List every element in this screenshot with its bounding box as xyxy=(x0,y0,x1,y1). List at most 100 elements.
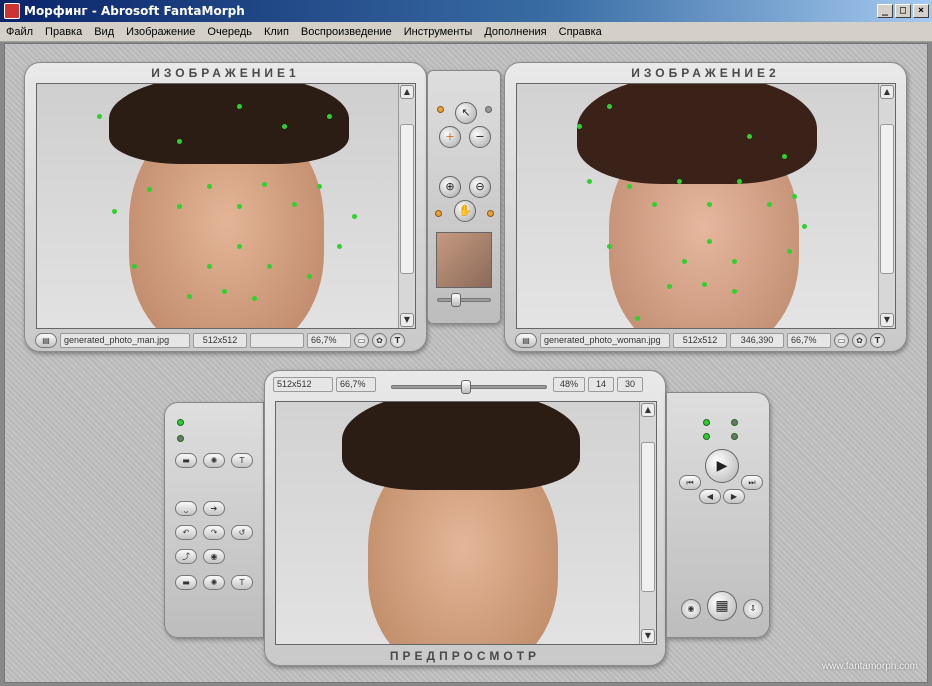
control-point xyxy=(237,244,242,249)
image2-text-button[interactable]: T xyxy=(870,333,885,348)
preview-viewport[interactable]: ▲ ▼ xyxy=(275,401,657,645)
image1-scrollbar[interactable]: ▲ ▼ xyxy=(398,84,415,328)
prev-frame-button[interactable]: ◀ xyxy=(699,489,721,504)
effect-button[interactable]: ⤴ xyxy=(175,549,197,564)
control-point xyxy=(237,204,242,209)
control-point xyxy=(207,264,212,269)
menu-file[interactable]: Файл xyxy=(0,26,39,38)
image1-settings-button[interactable]: ✿ xyxy=(372,333,387,348)
tool-column: ↖ + − ⊕ ⊖ ✋ xyxy=(427,70,501,324)
control-point xyxy=(587,179,592,184)
effect-text-button[interactable]: T xyxy=(231,575,253,590)
preview-scrollbar[interactable]: ▲ ▼ xyxy=(639,402,656,644)
scroll-thumb[interactable] xyxy=(400,124,414,274)
image2-scrollbar[interactable]: ▲ ▼ xyxy=(878,84,895,328)
effect-button[interactable]: ➔ xyxy=(203,501,225,516)
minimize-button[interactable]: _ xyxy=(877,4,893,18)
zoom-out-button[interactable]: ⊖ xyxy=(469,176,491,198)
menu-image[interactable]: Изображение xyxy=(120,26,201,38)
scroll-down-button[interactable]: ▼ xyxy=(400,313,414,327)
navigator-zoom-track[interactable] xyxy=(437,298,491,302)
close-button[interactable]: × xyxy=(913,4,929,18)
total-frames[interactable]: 30 xyxy=(617,377,643,392)
menu-edit[interactable]: Правка xyxy=(39,26,88,38)
menu-clip[interactable]: Клип xyxy=(258,26,295,38)
camera-icon[interactable]: ◉ xyxy=(681,599,701,619)
indicator-dot xyxy=(437,106,444,113)
open-image2-button[interactable]: ▤ xyxy=(515,333,537,348)
effect-button[interactable]: ▬ xyxy=(175,453,197,468)
image1-viewport[interactable]: ▲ ▼ xyxy=(36,83,416,329)
navigator-zoom-knob[interactable] xyxy=(451,293,461,307)
scroll-thumb[interactable] xyxy=(880,124,894,274)
preview-toolbar: 512x512 66,7% xyxy=(273,377,376,392)
navigator-thumbnail[interactable] xyxy=(436,232,492,288)
indicator-dot xyxy=(487,210,494,217)
menu-tools[interactable]: Инструменты xyxy=(398,26,479,38)
scroll-down-button[interactable]: ▼ xyxy=(880,313,894,327)
maximize-button[interactable]: □ xyxy=(895,4,911,18)
add-point-button[interactable]: + xyxy=(439,126,461,148)
pointer-tool-button[interactable]: ↖ xyxy=(455,102,477,124)
scroll-up-button[interactable]: ▲ xyxy=(400,85,414,99)
image2-settings-button[interactable]: ✿ xyxy=(852,333,867,348)
menu-queue[interactable]: Очередь xyxy=(201,26,258,38)
scroll-thumb[interactable] xyxy=(641,442,655,592)
film-icon[interactable]: ▦ xyxy=(707,591,737,621)
image2-fit-button[interactable]: ▭ xyxy=(834,333,849,348)
first-frame-button[interactable]: ⏮ xyxy=(679,475,701,490)
control-point xyxy=(732,289,737,294)
effect-button[interactable]: ↺ xyxy=(231,525,253,540)
scroll-up-button[interactable]: ▲ xyxy=(880,85,894,99)
control-point xyxy=(327,114,332,119)
open-image1-button[interactable]: ▤ xyxy=(35,333,57,348)
image1-size: 512x512 xyxy=(193,333,247,348)
control-point xyxy=(737,179,742,184)
image1-text-button[interactable]: T xyxy=(390,333,405,348)
last-frame-button[interactable]: ⏭ xyxy=(741,475,763,490)
effect-text-button[interactable]: T xyxy=(231,453,253,468)
image1-zoom[interactable]: 66,7% xyxy=(307,333,351,348)
eye-icon[interactable]: ◉ xyxy=(203,549,225,564)
control-point xyxy=(635,316,640,321)
indicator-dot xyxy=(485,106,492,113)
next-frame-button[interactable]: ▶ xyxy=(723,489,745,504)
control-point xyxy=(782,154,787,159)
effect-button[interactable]: ↶ xyxy=(175,525,197,540)
indicator-dot xyxy=(435,210,442,217)
control-point xyxy=(267,264,272,269)
menu-addons[interactable]: Дополнения xyxy=(478,26,552,38)
scroll-up-button[interactable]: ▲ xyxy=(641,403,655,417)
preview-size[interactable]: 512x512 xyxy=(273,377,333,392)
playback-panel: ▶ ⏮ ⏭ ◀ ▶ ◉ ▦ ⇩ xyxy=(666,392,770,638)
menu-playback[interactable]: Воспроизведение xyxy=(295,26,398,38)
preview-zoom[interactable]: 66,7% xyxy=(336,377,376,392)
effect-button[interactable]: ↷ xyxy=(203,525,225,540)
morph-percent: 48% xyxy=(553,377,585,392)
effect-button[interactable]: ▬ xyxy=(175,575,197,590)
effect-button[interactable]: ✺ xyxy=(203,575,225,590)
hand-tool-button[interactable]: ✋ xyxy=(454,200,476,222)
control-point xyxy=(787,249,792,254)
control-point xyxy=(707,239,712,244)
zoom-in-button[interactable]: ⊕ xyxy=(439,176,461,198)
effect-button[interactable]: ✺ xyxy=(203,453,225,468)
export-icon[interactable]: ⇩ xyxy=(743,599,763,619)
image1-fit-button[interactable]: ▭ xyxy=(354,333,369,348)
image2-zoom[interactable]: 66,7% xyxy=(787,333,831,348)
morph-slider-knob[interactable] xyxy=(461,380,472,394)
control-point xyxy=(177,139,182,144)
image2-filename: generated_photo_woman.jpg xyxy=(540,333,670,348)
current-frame[interactable]: 14 xyxy=(588,377,614,392)
effect-button[interactable]: ⎵ xyxy=(175,501,197,516)
play-button[interactable]: ▶ xyxy=(705,449,739,483)
control-point xyxy=(132,264,137,269)
scroll-down-button[interactable]: ▼ xyxy=(641,629,655,643)
image2-viewport[interactable]: ▲ ▼ xyxy=(516,83,896,329)
menu-help[interactable]: Справка xyxy=(553,26,608,38)
remove-point-button[interactable]: − xyxy=(469,126,491,148)
image1-coords xyxy=(250,333,304,348)
image1-statusbar: ▤ generated_photo_man.jpg 512x512 66,7% … xyxy=(35,333,405,348)
menu-view[interactable]: Вид xyxy=(88,26,120,38)
website-link[interactable]: www.fantamorph.com xyxy=(822,661,918,672)
